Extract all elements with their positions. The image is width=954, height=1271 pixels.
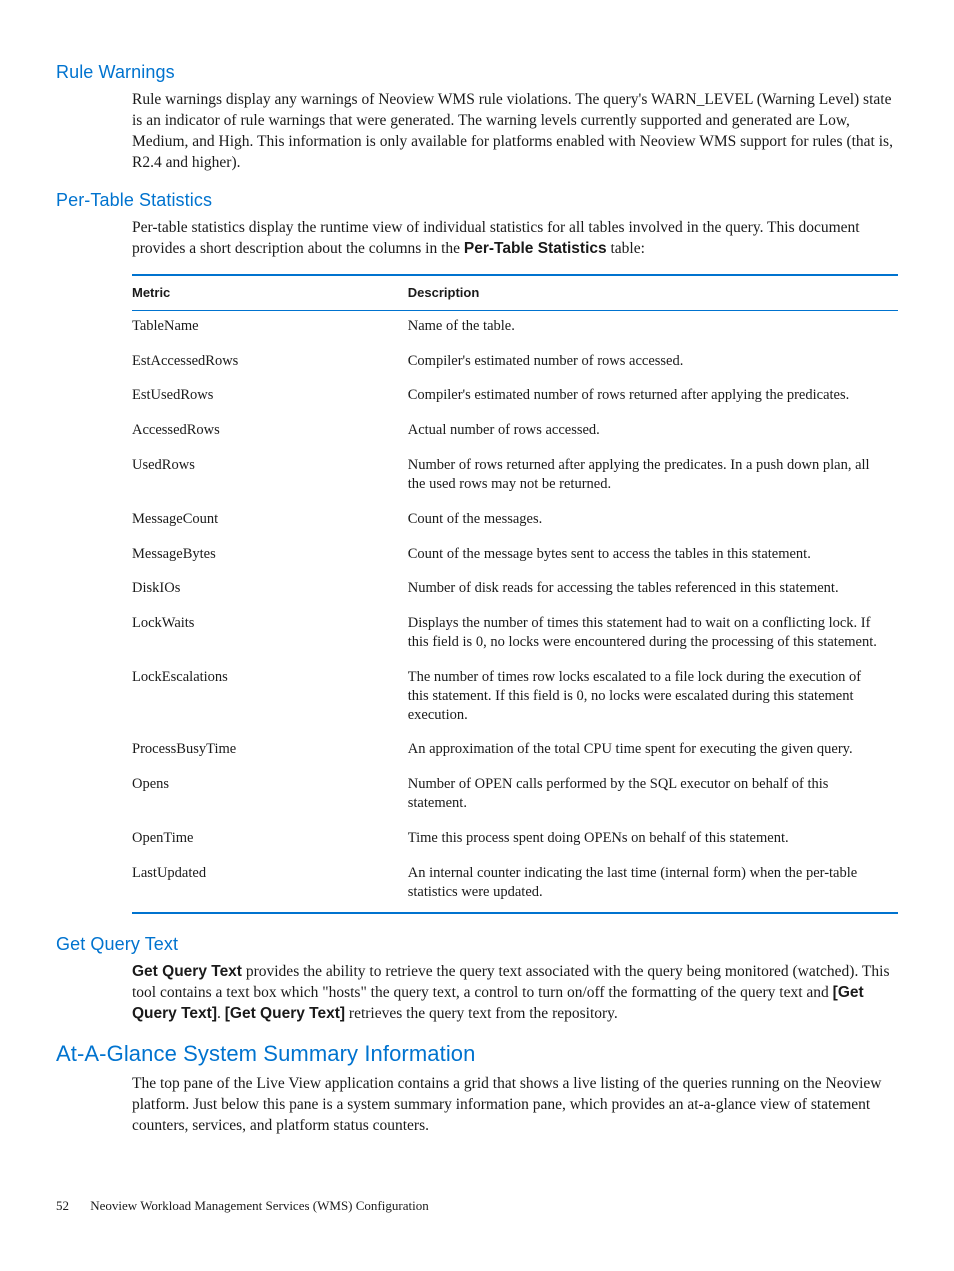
table-cell-metric: DiskIOs — [132, 573, 408, 608]
table-cell-description: Number of rows returned after applying t… — [408, 450, 898, 504]
get-query-text-body1: provides the ability to retrieve the que… — [132, 963, 889, 1001]
table-cell-metric: ProcessBusyTime — [132, 734, 408, 769]
heading-at-a-glance: At-A-Glance System Summary Information — [56, 1039, 898, 1069]
get-query-text-sep: . — [217, 1005, 225, 1022]
table-cell-metric: LastUpdated — [132, 858, 408, 913]
per-table-intro-bold: Per-Table Statistics — [464, 240, 607, 257]
get-query-text-btn2: [Get Query Text] — [225, 1005, 345, 1022]
table-cell-metric: OpenTime — [132, 823, 408, 858]
table-row: OpenTimeTime this process spent doing OP… — [132, 823, 898, 858]
table-header-metric: Metric — [132, 275, 408, 310]
table-row: EstAccessedRowsCompiler's estimated numb… — [132, 346, 898, 381]
table-cell-metric: Opens — [132, 769, 408, 823]
table-row: MessageBytesCount of the message bytes s… — [132, 539, 898, 574]
table-cell-description: Number of disk reads for accessing the t… — [408, 573, 898, 608]
table-row: OpensNumber of OPEN calls performed by t… — [132, 769, 898, 823]
get-query-text-body2: retrieves the query text from the reposi… — [345, 1005, 618, 1022]
table-row: MessageCountCount of the messages. — [132, 504, 898, 539]
table-cell-metric: EstAccessedRows — [132, 346, 408, 381]
table-cell-description: Count of the messages. — [408, 504, 898, 539]
table-row: UsedRowsNumber of rows returned after ap… — [132, 450, 898, 504]
table-cell-metric: TableName — [132, 310, 408, 345]
table-cell-description: Time this process spent doing OPENs on b… — [408, 823, 898, 858]
paragraph-at-a-glance: The top pane of the Live View applicatio… — [132, 1074, 898, 1137]
table-cell-description: An approximation of the total CPU time s… — [408, 734, 898, 769]
table-row: TableNameName of the table. — [132, 310, 898, 345]
table-cell-metric: LockWaits — [132, 608, 408, 662]
table-cell-metric: MessageBytes — [132, 539, 408, 574]
table-row: LockEscalationsThe number of times row l… — [132, 662, 898, 735]
paragraph-get-query-text: Get Query Text provides the ability to r… — [132, 962, 898, 1025]
table-cell-metric: MessageCount — [132, 504, 408, 539]
table-cell-description: Compiler's estimated number of rows acce… — [408, 346, 898, 381]
table-cell-description: Name of the table. — [408, 310, 898, 345]
table-cell-description: Displays the number of times this statem… — [408, 608, 898, 662]
heading-get-query-text: Get Query Text — [56, 932, 898, 956]
paragraph-per-table-intro: Per-table statistics display the runtime… — [132, 218, 898, 260]
heading-per-table-statistics: Per-Table Statistics — [56, 188, 898, 212]
table-cell-description: Number of OPEN calls performed by the SQ… — [408, 769, 898, 823]
get-query-text-lead: Get Query Text — [132, 963, 242, 980]
table-cell-description: Count of the message bytes sent to acces… — [408, 539, 898, 574]
table-cell-description: The number of times row locks escalated … — [408, 662, 898, 735]
table-header-row: Metric Description — [132, 275, 898, 310]
table-header-description: Description — [408, 275, 898, 310]
table-row: ProcessBusyTimeAn approximation of the t… — [132, 734, 898, 769]
table-cell-metric: AccessedRows — [132, 415, 408, 450]
table-cell-description: An internal counter indicating the last … — [408, 858, 898, 913]
table-row: LastUpdatedAn internal counter indicatin… — [132, 858, 898, 913]
table-row: DiskIOsNumber of disk reads for accessin… — [132, 573, 898, 608]
page-footer: 52 Neoview Workload Management Services … — [56, 1197, 898, 1215]
table-row: LockWaitsDisplays the number of times th… — [132, 608, 898, 662]
heading-rule-warnings: Rule Warnings — [56, 60, 898, 84]
footer-title: Neoview Workload Management Services (WM… — [90, 1198, 428, 1213]
table-row: AccessedRowsActual number of rows access… — [132, 415, 898, 450]
table-cell-metric: LockEscalations — [132, 662, 408, 735]
paragraph-rule-warnings: Rule warnings display any warnings of Ne… — [132, 90, 898, 174]
table-cell-description: Actual number of rows accessed. — [408, 415, 898, 450]
page-number: 52 — [56, 1197, 69, 1215]
table-cell-metric: EstUsedRows — [132, 380, 408, 415]
table-cell-metric: UsedRows — [132, 450, 408, 504]
table-cell-description: Compiler's estimated number of rows retu… — [408, 380, 898, 415]
per-table-statistics-table: Metric Description TableNameName of the … — [132, 274, 898, 913]
per-table-intro-post: table: — [607, 240, 645, 257]
table-row: EstUsedRowsCompiler's estimated number o… — [132, 380, 898, 415]
